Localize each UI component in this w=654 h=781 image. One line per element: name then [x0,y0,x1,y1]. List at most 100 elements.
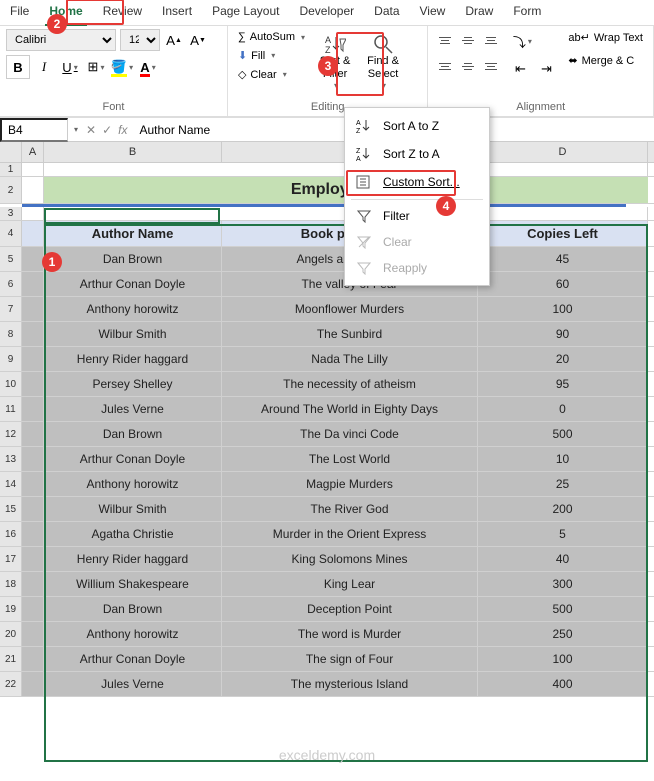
font-size-select[interactable]: 12 [120,29,160,51]
wrap-text-button[interactable]: ab↵Wrap Text [564,29,647,46]
cell-book[interactable]: The necessity of atheism [222,372,478,396]
tab-page-layout[interactable]: Page Layout [202,0,289,25]
cell-author[interactable]: Anthony horowitz [44,472,222,496]
row-header[interactable]: 6 [0,272,22,296]
cell-author[interactable]: Arthur Conan Doyle [44,647,222,671]
row-header[interactable]: 15 [0,497,22,521]
row-header[interactable]: 18 [0,572,22,596]
row-header[interactable]: 16 [0,522,22,546]
cell-book[interactable]: Moonflower Murders [222,297,478,321]
menu-sort-za[interactable]: ZASort Z to A [345,140,489,168]
row-header[interactable]: 2 [0,177,22,203]
cell-author[interactable]: Henry Rider haggard [44,347,222,371]
cell-copies[interactable]: 45 [478,247,648,271]
bold-button[interactable]: B [6,55,30,79]
row-header[interactable]: 4 [0,221,22,246]
cell-book[interactable]: The River God [222,497,478,521]
row-header[interactable]: 17 [0,547,22,571]
name-box[interactable] [0,118,68,142]
cell-author[interactable]: Anthony horowitz [44,297,222,321]
cell-book[interactable]: The sign of Four [222,647,478,671]
menu-filter[interactable]: Filter [345,203,489,229]
cell-copies[interactable]: 90 [478,322,648,346]
cell-book[interactable]: Nada The Lilly [222,347,478,371]
cell-copies[interactable]: 500 [478,422,648,446]
fill-button[interactable]: ⬇Fill▾ [234,47,309,64]
decrease-font-icon[interactable]: A▼ [188,30,208,50]
col-header-b[interactable]: B [44,142,222,162]
cell-author[interactable]: Dan Brown [44,247,222,271]
cancel-icon[interactable]: ✕ [86,123,96,137]
cell-copies[interactable]: 400 [478,672,648,696]
col-header-a[interactable]: A [22,142,44,162]
cell-copies[interactable]: 25 [478,472,648,496]
header-copies[interactable]: Copies Left [478,221,648,246]
tab-file[interactable]: File [0,0,39,25]
cell-author[interactable]: Agatha Christie [44,522,222,546]
row-header[interactable]: 13 [0,447,22,471]
cell-copies[interactable]: 100 [478,647,648,671]
align-bottom[interactable] [480,29,502,51]
cell-book[interactable]: King Lear [222,572,478,596]
cell-author[interactable]: Jules Verne [44,672,222,696]
orientation-button[interactable]: ⤵▾ [508,29,536,53]
font-color-button[interactable]: A▾ [136,55,160,79]
cell-copies[interactable]: 250 [478,622,648,646]
tab-insert[interactable]: Insert [152,0,202,25]
row-header[interactable]: 8 [0,322,22,346]
cell-author[interactable]: Willium Shakespeare [44,572,222,596]
row-header[interactable]: 11 [0,397,22,421]
cell-author[interactable]: Arthur Conan Doyle [44,447,222,471]
row-header[interactable]: 9 [0,347,22,371]
align-middle[interactable] [457,29,479,51]
merge-center-button[interactable]: ⬌Merge & C [564,52,647,69]
tab-data[interactable]: Data [364,0,409,25]
row-header[interactable]: 7 [0,297,22,321]
cell-copies[interactable]: 0 [478,397,648,421]
header-author[interactable]: Author Name [44,221,222,246]
cell-author[interactable]: Wilbur Smith [44,497,222,521]
cell-copies[interactable]: 60 [478,272,648,296]
align-center[interactable] [457,56,479,78]
decrease-indent[interactable]: ⇤ [508,57,532,81]
cell-book[interactable]: The Lost World [222,447,478,471]
cell-copies[interactable]: 300 [478,572,648,596]
cell-copies[interactable]: 5 [478,522,648,546]
tab-draw[interactable]: Draw [455,0,503,25]
italic-button[interactable]: I [32,55,56,79]
cell-author[interactable]: Persey Shelley [44,372,222,396]
tab-developer[interactable]: Developer [289,0,364,25]
align-top[interactable] [434,29,456,51]
cell-book[interactable]: King Solomons Mines [222,547,478,571]
cell-author[interactable]: Wilbur Smith [44,322,222,346]
row-header[interactable]: 5 [0,247,22,271]
cell-copies[interactable]: 100 [478,297,648,321]
cell-author[interactable]: Dan Brown [44,422,222,446]
row-header[interactable]: 22 [0,672,22,696]
increase-font-icon[interactable]: A▲ [164,30,184,50]
row-header[interactable]: 14 [0,472,22,496]
row-header[interactable]: 1 [0,163,22,176]
cell-copies[interactable]: 40 [478,547,648,571]
col-header-d[interactable]: D [478,142,648,162]
row-header[interactable]: 10 [0,372,22,396]
cell-copies[interactable]: 95 [478,372,648,396]
cell-author[interactable]: Jules Verne [44,397,222,421]
cell-copies[interactable]: 10 [478,447,648,471]
cell-copies[interactable]: 200 [478,497,648,521]
cell-book[interactable]: The mysterious Island [222,672,478,696]
cell-book[interactable]: Magpie Murders [222,472,478,496]
tab-form[interactable]: Form [503,0,551,25]
clear-button[interactable]: ◇Clear▾ [234,66,309,83]
cell-book[interactable]: Murder in the Orient Express [222,522,478,546]
row-header[interactable]: 20 [0,622,22,646]
cell-author[interactable]: Dan Brown [44,597,222,621]
cell-copies[interactable]: 20 [478,347,648,371]
cell-book[interactable]: The Da vinci Code [222,422,478,446]
cell-copies[interactable]: 500 [478,597,648,621]
menu-sort-az[interactable]: AZSort A to Z [345,112,489,140]
cell-author[interactable]: Henry Rider haggard [44,547,222,571]
select-all-corner[interactable] [0,142,22,162]
autosum-button[interactable]: ∑AutoSum▾ [234,29,309,45]
cell-book[interactable]: Around The World in Eighty Days [222,397,478,421]
